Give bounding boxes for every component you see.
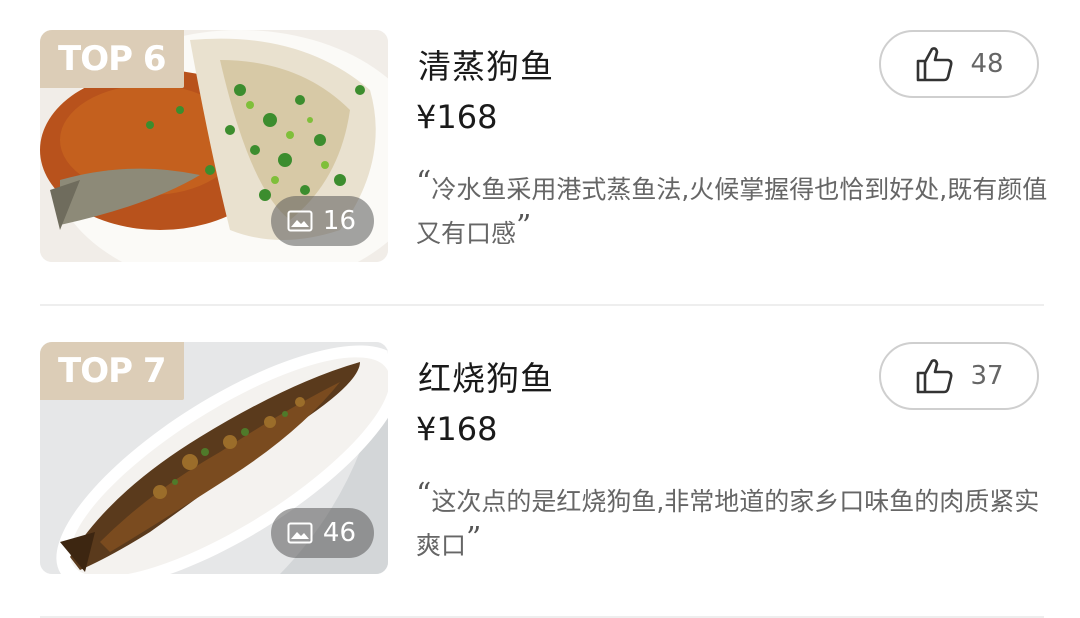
dish-name: 红烧狗鱼: [418, 359, 554, 398]
photo-count-badge[interactable]: 46: [270, 508, 374, 558]
review-text: 这次点的是红烧狗鱼,非常地道的家乡口味鱼的肉质紧实爽口: [416, 487, 1040, 560]
dish-photo[interactable]: TOP 7 46: [40, 342, 388, 574]
dish-price: ¥168: [416, 410, 498, 448]
image-icon: [287, 210, 313, 232]
dish-name: 清蒸狗鱼: [418, 47, 554, 86]
rank-badge: TOP 7: [40, 342, 184, 400]
like-count: 48: [970, 49, 1004, 79]
dish-review: “这次点的是红烧狗鱼,非常地道的家乡口味鱼的肉质紧实爽口”: [416, 480, 1056, 568]
dish-card[interactable]: TOP 7 46 红烧狗鱼 ¥168 “这次点的是红烧狗鱼,非常地道的家乡口味鱼…: [0, 312, 1080, 612]
close-quote: ”: [516, 209, 532, 244]
dish-ranking-list: TOP 6 16 清蒸狗鱼 ¥168 “冷水鱼采用港式蒸鱼法,火候掌握得也恰到好…: [0, 0, 1080, 618]
thumbs-up-icon: [914, 356, 954, 396]
dish-photo[interactable]: TOP 6 16: [40, 30, 388, 262]
open-quote: “: [416, 477, 432, 512]
dish-price: ¥168: [416, 98, 498, 136]
photo-count-badge[interactable]: 16: [270, 196, 374, 246]
dish-review: “冷水鱼采用港式蒸鱼法,火候掌握得也恰到好处,既有颜值又有口感”: [416, 168, 1056, 256]
like-button[interactable]: 48: [879, 30, 1039, 98]
dish-card[interactable]: TOP 6 16 清蒸狗鱼 ¥168 “冷水鱼采用港式蒸鱼法,火候掌握得也恰到好…: [0, 0, 1080, 300]
like-count: 37: [970, 361, 1004, 391]
photo-count: 46: [322, 518, 356, 548]
close-quote: ”: [466, 521, 482, 556]
image-icon: [287, 522, 313, 544]
thumbs-up-icon: [914, 44, 954, 84]
like-button[interactable]: 37: [879, 342, 1039, 410]
review-text: 冷水鱼采用港式蒸鱼法,火候掌握得也恰到好处,既有颜值又有口感: [416, 175, 1048, 248]
photo-count: 16: [322, 206, 356, 236]
open-quote: “: [416, 165, 432, 200]
rank-badge: TOP 6: [40, 30, 184, 88]
divider: [40, 304, 1044, 306]
